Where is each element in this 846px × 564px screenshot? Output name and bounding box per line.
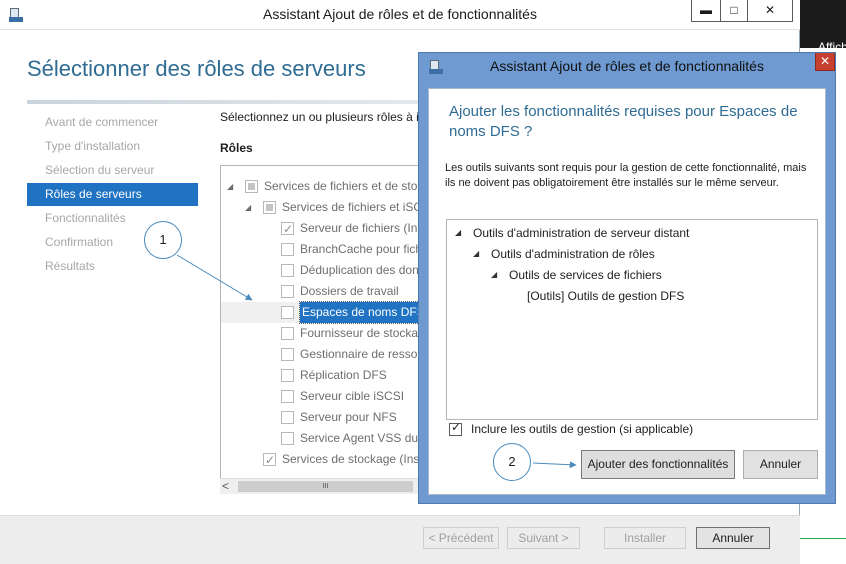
nav-step-1[interactable]: Avant de commencer	[27, 111, 198, 134]
role-item[interactable]: Service Agent VSS du	[221, 428, 419, 449]
role-checkbox[interactable]	[281, 369, 294, 382]
role-label: Réplication DFS	[300, 368, 387, 382]
add-features-button[interactable]: Ajouter des fonctionnalités	[581, 450, 735, 479]
add-features-dialog: Assistant Ajout de rôles et de fonctionn…	[418, 52, 836, 504]
role-checkbox[interactable]	[281, 327, 294, 340]
required-feature-item[interactable]: ◢ Outils d'administration de serveur dist…	[447, 223, 817, 243]
role-checkbox[interactable]	[281, 285, 294, 298]
role-label: Services de fichiers et iSCSI	[282, 200, 420, 214]
expand-triangle-icon[interactable]: ◢	[455, 223, 461, 243]
role-label: Service Agent VSS du	[300, 431, 419, 445]
dialog-title: Assistant Ajout de rôles et de fonctionn…	[490, 58, 764, 74]
required-feature-label: Outils d'administration de rôles	[491, 247, 655, 261]
roles-label: Rôles	[220, 141, 253, 155]
main-window-title: Assistant Ajout de rôles et de fonctionn…	[263, 6, 537, 22]
role-checkbox[interactable]	[281, 306, 294, 319]
role-checkbox[interactable]	[281, 219, 294, 240]
role-label: Fournisseur de stockag	[300, 326, 420, 340]
next-button[interactable]: Suivant >	[507, 527, 580, 549]
expand-triangle-icon[interactable]: ◢	[227, 176, 233, 197]
role-item[interactable]: Serveur pour NFS	[221, 407, 419, 428]
role-item[interactable]: Fournisseur de stockag	[221, 323, 420, 344]
previous-button[interactable]: < Précédent	[423, 527, 499, 549]
role-item[interactable]: Services de stockage (Inst	[221, 449, 420, 471]
role-item[interactable]: Espaces de noms DFS	[221, 301, 419, 324]
role-checkbox[interactable]	[263, 201, 276, 214]
expand-triangle-icon[interactable]: ◢	[491, 265, 497, 285]
role-label: Serveur cible iSCSI	[300, 389, 405, 403]
role-label: Dossiers de travail	[300, 284, 399, 298]
role-label: Déduplication des don	[300, 263, 419, 277]
roles-tree[interactable]: ◢ Services de fichiers et de stoc ◢ Service…	[220, 165, 420, 494]
required-feature-label: Outils de services de fichiers	[509, 268, 662, 282]
role-checkbox[interactable]	[263, 450, 276, 471]
role-checkbox[interactable]	[281, 411, 294, 424]
maximize-button[interactable]: □	[720, 0, 748, 22]
role-item[interactable]: Dossiers de travail	[221, 281, 419, 302]
dialog-body: Ajouter les fonctionnalités requises pou…	[428, 88, 826, 495]
required-feature-label: [Outils] Outils de gestion DFS	[527, 289, 685, 303]
dialog-cancel-button[interactable]: Annuler	[743, 450, 818, 479]
nav-step-2[interactable]: Type d'installation	[27, 135, 198, 158]
role-item[interactable]: Gestionnaire de ressou	[221, 344, 420, 365]
expand-triangle-icon[interactable]: ◢	[473, 244, 479, 264]
scroll-thumb[interactable]: III	[238, 481, 413, 492]
install-button[interactable]: Installer	[604, 527, 686, 549]
role-checkbox[interactable]	[281, 348, 294, 361]
role-item[interactable]: ◢ Services de fichiers et de stoc	[221, 176, 420, 197]
roles-instruction: Sélectionnez un ou plusieurs rôles à i	[220, 110, 419, 124]
role-label: BranchCache pour fich	[300, 242, 420, 256]
role-item[interactable]: ◢ Services de fichiers et iSCSI	[221, 197, 420, 218]
role-label: Services de fichiers et de stoc	[264, 179, 420, 193]
expand-triangle-icon[interactable]: ◢	[245, 197, 251, 218]
nav-step-3[interactable]: Sélection du serveur	[27, 159, 198, 182]
callout-1: 1	[144, 221, 182, 259]
role-item[interactable]: Déduplication des don	[221, 260, 419, 281]
role-item[interactable]: BranchCache pour fich	[221, 239, 420, 260]
close-button[interactable]: ✕	[747, 0, 793, 22]
cancel-button[interactable]: Annuler	[696, 527, 770, 549]
wizard-button-bar: < Précédent Suivant > Installer Annuler	[0, 515, 800, 564]
role-checkbox[interactable]	[245, 180, 258, 193]
role-checkbox[interactable]	[281, 243, 294, 256]
role-label: Gestionnaire de ressou	[300, 347, 420, 361]
page-title: Sélectionner des rôles de serveurs	[27, 56, 366, 81]
dialog-close-button[interactable]: ✕	[815, 53, 835, 71]
required-feature-item[interactable]: ◢ Outils d'administration de rôles	[447, 244, 817, 264]
nav-step-7[interactable]: Résultats	[27, 255, 198, 278]
required-feature-item[interactable]: ◢ Outils de services de fichiers	[447, 265, 817, 285]
dialog-titlebar: Assistant Ajout de rôles et de fonctionn…	[419, 53, 835, 80]
role-checkbox[interactable]	[281, 390, 294, 403]
include-tools-label[interactable]: Inclure les outils de gestion (si applic…	[471, 422, 693, 436]
roles-horizontal-scrollbar[interactable]: < III	[220, 478, 420, 494]
role-item[interactable]: Serveur cible iSCSI	[221, 386, 419, 407]
main-titlebar: Assistant Ajout de rôles et de fonctionn…	[0, 0, 800, 30]
role-checkbox[interactable]	[281, 432, 294, 445]
role-label: Serveur de fichiers (Ins	[300, 221, 420, 235]
callout-2: 2	[493, 443, 531, 481]
minimize-button[interactable]: ▬	[691, 0, 721, 22]
dialog-description: Les outils suivants sont requis pour la …	[445, 162, 807, 189]
role-item[interactable]: Réplication DFS	[221, 365, 419, 386]
role-label: Espaces de noms DFS	[299, 301, 419, 324]
required-feature-item[interactable]: [Outils] Outils de gestion DFS	[447, 286, 817, 306]
nav-step-4[interactable]: Rôles de serveurs	[27, 183, 198, 206]
required-feature-label: Outils d'administration de serveur dista…	[473, 226, 690, 240]
scroll-left-arrow-icon[interactable]: <	[222, 479, 229, 493]
role-label: Serveur pour NFS	[300, 410, 397, 424]
dialog-heading: Ajouter les fonctionnalités requises pou…	[449, 103, 798, 140]
background-window-accent-line	[800, 538, 846, 539]
include-tools-checkbox[interactable]	[449, 420, 462, 436]
role-item[interactable]: Serveur de fichiers (Ins	[221, 218, 420, 240]
role-checkbox[interactable]	[281, 264, 294, 277]
required-features-tree[interactable]: ◢ Outils d'administration de serveur dist…	[446, 219, 818, 420]
role-label: Services de stockage (Inst	[282, 452, 420, 466]
